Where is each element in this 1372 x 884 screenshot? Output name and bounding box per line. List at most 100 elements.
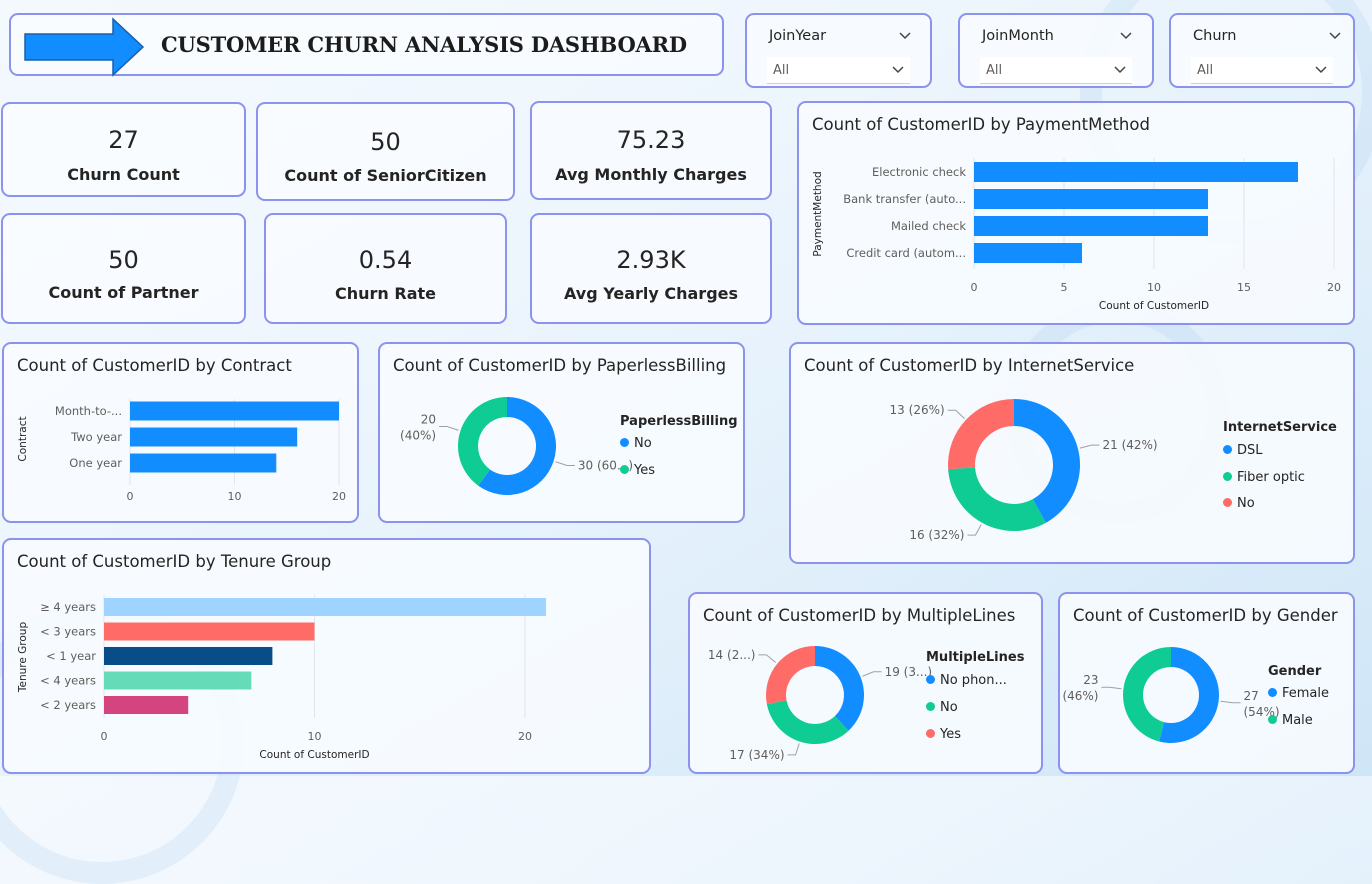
chevron-down-icon[interactable] [1114, 64, 1126, 76]
legend-dot-icon [926, 675, 935, 684]
legend-label: No [634, 436, 652, 451]
kpi-value: 50 [370, 128, 401, 156]
donut-slice[interactable] [766, 646, 815, 705]
slicer-joinmonth[interactable]: JoinMonth All [958, 13, 1154, 88]
leader-line [947, 409, 965, 419]
legend-title: MultipleLines [926, 650, 1025, 665]
chart-contract[interactable]: Count of CustomerID by Contract 0 10 20 Mon… [2, 342, 359, 523]
donut-slice[interactable] [815, 646, 864, 731]
legend-item-no[interactable]: No [620, 436, 652, 451]
y-category-label: < 2 years [40, 698, 96, 712]
data-label: 14 (2...) [708, 648, 756, 662]
donut-slice[interactable] [948, 467, 1046, 531]
chevron-down-icon[interactable] [892, 64, 904, 76]
x-tick-label: 0 [971, 281, 978, 294]
x-tick-label: 20 [1327, 281, 1341, 294]
legend-item-yes[interactable]: Yes [620, 463, 655, 478]
chevron-down-icon[interactable] [1315, 64, 1327, 76]
legend-item-no[interactable]: No [1223, 496, 1255, 511]
legend-item-female[interactable]: Female [1268, 686, 1329, 701]
chevron-down-icon[interactable] [899, 30, 911, 42]
y-category-label: < 4 years [40, 674, 96, 688]
kpi-card-churn-rate: 0.54 Churn Rate [264, 213, 507, 324]
x-axis-title: Count of CustomerID [1099, 300, 1209, 312]
legend-label: Yes [634, 463, 655, 478]
y-category-label: Credit card (autom... [846, 246, 966, 260]
kpi-label: Count of SeniorCitizen [284, 166, 487, 185]
kpi-label: Churn Rate [335, 284, 436, 303]
chart-paymentmethod[interactable]: Count of CustomerID by PaymentMethod 051… [797, 101, 1355, 325]
leader-line [862, 671, 882, 677]
legend-dot-icon [620, 465, 629, 474]
donut-slice[interactable] [766, 700, 849, 744]
slicer-joinyear[interactable]: JoinYear All [745, 13, 932, 88]
kpi-card-partner: 50 Count of Partner [1, 213, 246, 324]
legend-dot-icon [926, 702, 935, 711]
bar[interactable] [104, 696, 189, 714]
bar[interactable] [130, 401, 339, 421]
slicer-dropdown[interactable]: All [1191, 57, 1333, 84]
kpi-label: Churn Count [67, 165, 180, 184]
leader-line [439, 426, 459, 431]
donut-slice[interactable] [948, 399, 1014, 470]
bar[interactable] [974, 243, 1082, 263]
leader-line [1220, 700, 1241, 704]
dashboard-title: CUSTOMER CHURN ANALYSIS DASHBOARD [161, 32, 687, 57]
bar[interactable] [130, 453, 277, 473]
kpi-card-avg-monthly-charges: 75.23 Avg Monthly Charges [530, 101, 772, 200]
chart-multiplelines[interactable]: Count of CustomerID by MultipleLines 19 … [688, 592, 1043, 774]
slicer-value: All [986, 63, 1003, 78]
y-category-label: Mailed check [891, 219, 966, 233]
legend-item-fiber-optic[interactable]: Fiber optic [1223, 470, 1305, 485]
bar[interactable] [974, 162, 1298, 182]
legend-item-dsl[interactable]: DSL [1223, 443, 1263, 458]
legend-dot-icon [1223, 472, 1232, 481]
chart-internetservice[interactable]: Count of CustomerID by InternetService 2… [789, 342, 1355, 564]
donut-slice[interactable] [458, 397, 507, 486]
legend-dot-icon [1268, 688, 1277, 697]
bar[interactable] [104, 647, 273, 665]
paperlessbilling-donut-chart: 30 (60...)20(40%) [400, 397, 633, 495]
legend-title: InternetService [1223, 420, 1337, 435]
chevron-down-icon[interactable] [1120, 30, 1132, 42]
slicer-dropdown[interactable]: All [980, 57, 1132, 84]
legend-dot-icon [1223, 445, 1232, 454]
bar[interactable] [974, 216, 1208, 236]
kpi-card-churn-count: 27 Churn Count [1, 102, 246, 197]
leader-line [787, 743, 800, 756]
chart-tenuregroup[interactable]: Count of CustomerID by Tenure Group 0 10 2… [2, 538, 651, 774]
slicer-churn[interactable]: Churn All [1169, 13, 1355, 88]
kpi-value: 2.93K [616, 246, 686, 274]
kpi-label: Count of Partner [48, 283, 199, 302]
slicer-label: JoinYear [769, 28, 827, 44]
bar[interactable] [130, 427, 298, 447]
slicer-label: Churn [1193, 28, 1237, 44]
data-label: 13 (26%) [890, 403, 945, 417]
legend-item-male[interactable]: Male [1268, 713, 1313, 728]
chevron-down-icon[interactable] [1329, 30, 1341, 42]
y-category-label: Two year [70, 430, 122, 444]
bar[interactable] [104, 622, 315, 641]
data-label: 27 [1244, 689, 1259, 703]
chart-paperlessbilling[interactable]: Count of CustomerID by PaperlessBilling … [378, 342, 745, 523]
bar[interactable] [104, 671, 252, 690]
bar[interactable] [104, 598, 547, 616]
legend-item-no-phone[interactable]: No phon... [926, 673, 1007, 688]
chart-gender[interactable]: Count of CustomerID by Gender 27 (54%) 23(… [1058, 592, 1355, 774]
gender-donut-chart: 27(54%)23(46%) [1062, 647, 1280, 743]
legend-label: No phon... [940, 673, 1007, 688]
legend-item-yes[interactable]: Yes [926, 727, 961, 742]
kpi-value: 75.23 [616, 126, 686, 154]
arrow-right-icon [24, 17, 145, 77]
legend-dot-icon [1268, 715, 1277, 724]
kpi-card-senior-citizen: 50 Count of SeniorCitizen [256, 102, 515, 201]
slicer-dropdown[interactable]: All [767, 57, 910, 84]
slicer-label: JoinMonth [982, 28, 1054, 44]
legend-item-no[interactable]: No [926, 700, 958, 715]
x-tick-label: 15 [1237, 281, 1251, 294]
kpi-label: Avg Monthly Charges [555, 165, 747, 184]
y-axis-title: PaymentMethod [812, 171, 824, 256]
bar[interactable] [974, 189, 1208, 209]
y-category-label: Electronic check [872, 165, 966, 179]
x-tick-label: 10 [308, 730, 322, 743]
